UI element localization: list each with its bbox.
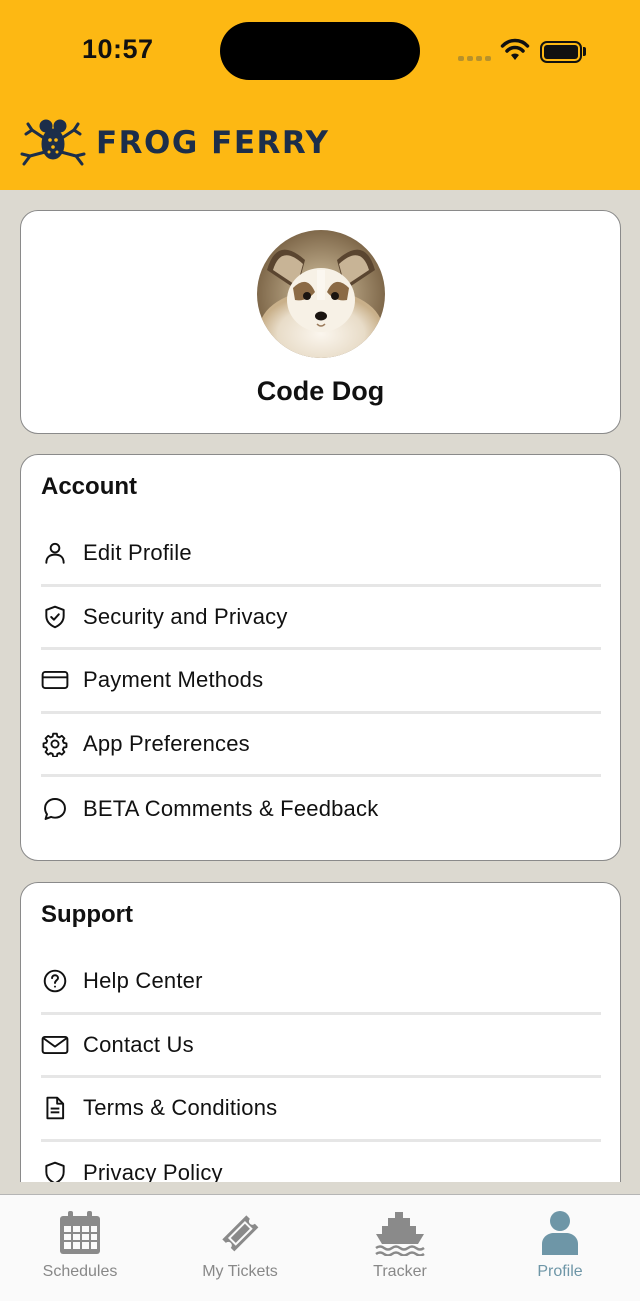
menu-label: Terms & Conditions xyxy=(83,1095,278,1121)
shield-icon xyxy=(41,1159,69,1182)
ticket-icon xyxy=(222,1215,259,1252)
menu-item-edit-profile[interactable]: Edit Profile xyxy=(41,523,601,587)
dynamic-island xyxy=(220,22,420,80)
menu-label: Privacy Policy xyxy=(83,1160,223,1182)
tab-label: Tracker xyxy=(373,1263,427,1280)
menu-item-security-privacy[interactable]: Security and Privacy xyxy=(41,587,601,650)
menu-label: Payment Methods xyxy=(83,667,264,693)
document-icon xyxy=(41,1094,69,1122)
tab-label: Schedules xyxy=(42,1263,118,1280)
wifi-icon xyxy=(500,38,530,60)
account-menu: Edit Profile Security and Privacy Paymen… xyxy=(41,523,601,841)
envelope-icon xyxy=(41,1031,69,1059)
menu-label: BETA Comments & Feedback xyxy=(83,795,379,821)
profile-content[interactable]: Code Dog Account Edit Profile Security a… xyxy=(0,190,640,1182)
section-title-account: Account xyxy=(41,473,137,500)
brand-name: FROG FERRY xyxy=(96,125,330,161)
status-time: 10:57 xyxy=(82,34,154,64)
menu-label: App Preferences xyxy=(83,730,250,756)
ferry-icon xyxy=(375,1212,425,1256)
menu-label: Edit Profile xyxy=(83,540,192,566)
account-section: Account Edit Profile Security and Privac… xyxy=(20,454,621,861)
tab-label: Profile xyxy=(537,1263,583,1280)
menu-item-payment-methods[interactable]: Payment Methods xyxy=(41,650,601,714)
battery-icon xyxy=(540,41,582,63)
menu-item-beta-feedback[interactable]: BETA Comments & Feedback xyxy=(41,777,601,841)
menu-label: Contact Us xyxy=(83,1031,194,1057)
tab-profile[interactable]: Profile xyxy=(480,1209,640,1289)
profile-card: Code Dog xyxy=(20,210,621,434)
shield-check-icon xyxy=(41,603,69,631)
tab-schedules[interactable]: Schedules xyxy=(0,1209,160,1289)
section-title-support: Support xyxy=(41,901,133,928)
tab-my-tickets[interactable]: My Tickets xyxy=(160,1209,320,1289)
question-circle-icon xyxy=(41,967,69,995)
menu-item-privacy-policy[interactable]: Privacy Policy xyxy=(41,1142,601,1182)
support-menu: Help Center Contact Us Terms & Condition… xyxy=(41,951,601,1182)
avatar[interactable] xyxy=(257,230,385,358)
person-icon xyxy=(542,1211,578,1255)
menu-item-terms-conditions[interactable]: Terms & Conditions xyxy=(41,1078,601,1142)
menu-item-app-preferences[interactable]: App Preferences xyxy=(41,714,601,777)
user-icon xyxy=(41,539,69,567)
tab-tracker[interactable]: Tracker xyxy=(320,1209,480,1289)
cellular-signal-icon xyxy=(458,56,491,61)
frog-icon xyxy=(20,119,86,166)
brand-logo: FROG FERRY xyxy=(20,116,329,170)
tab-label: My Tickets xyxy=(202,1263,278,1280)
tab-bar: Schedules My Tickets Tracker Profile xyxy=(0,1194,640,1301)
chat-bubble-icon xyxy=(41,795,69,823)
credit-card-icon xyxy=(41,666,69,694)
gear-icon xyxy=(41,730,69,758)
app-header: 10:57 FROG FERRY xyxy=(0,0,640,190)
dog-avatar-image xyxy=(257,230,385,358)
support-section: Support Help Center Contact Us Terms & C… xyxy=(20,882,621,1182)
menu-label: Security and Privacy xyxy=(83,603,288,629)
status-indicators xyxy=(456,38,586,66)
calendar-icon xyxy=(60,1211,100,1254)
menu-item-contact-us[interactable]: Contact Us xyxy=(41,1015,601,1078)
profile-name: Code Dog xyxy=(256,376,385,406)
menu-label: Help Center xyxy=(83,968,203,994)
menu-item-help-center[interactable]: Help Center xyxy=(41,951,601,1015)
